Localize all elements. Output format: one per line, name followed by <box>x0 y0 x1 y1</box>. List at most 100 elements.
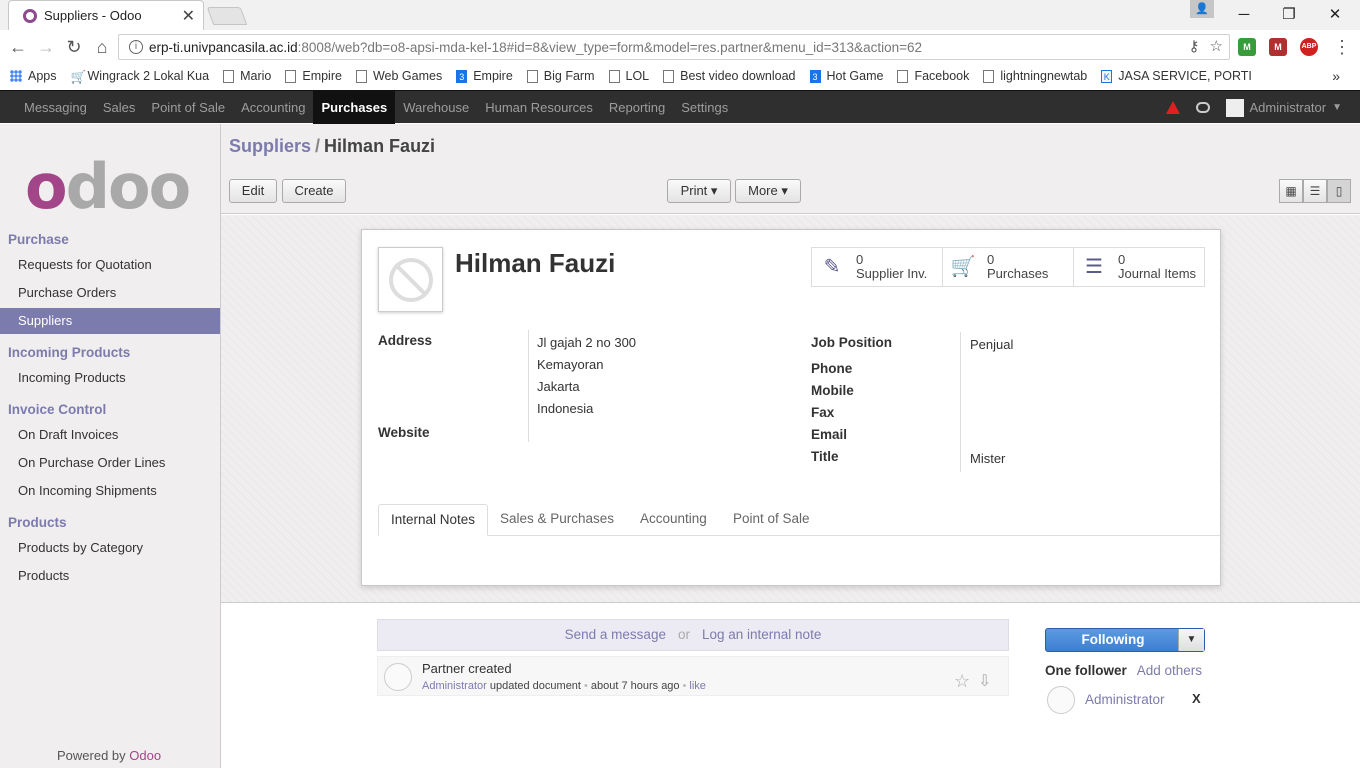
sidebar-item-suppliers[interactable]: Suppliers <box>0 308 220 334</box>
log-note-link[interactable]: Log an internal note <box>702 627 821 642</box>
add-followers-link[interactable]: Add others <box>1137 663 1202 678</box>
star-icon[interactable]: ☆ <box>954 671 970 692</box>
bookmark-item[interactable]: Facebook <box>897 69 969 83</box>
extension-icon-1[interactable]: M <box>1238 38 1256 56</box>
bookmark-item[interactable]: 3 Hot Game <box>809 69 883 83</box>
user-menu[interactable]: Administrator <box>1250 100 1327 115</box>
bookmark-item[interactable]: Empire <box>285 69 342 83</box>
more-bookmarks-icon[interactable]: » <box>1332 68 1340 84</box>
section-purchase: Purchase <box>8 232 69 247</box>
bookmark-item[interactable]: Web Games <box>355 69 442 83</box>
powered-by: Powered by Odoo <box>57 748 162 763</box>
close-icon[interactable]: ✕ <box>182 6 195 26</box>
user-profile-icon[interactable]: 👤 <box>1190 0 1214 18</box>
odoo-favicon-icon <box>23 8 37 23</box>
archive-icon[interactable]: ⇩ <box>978 671 991 691</box>
message-author[interactable]: Administrator <box>422 680 487 692</box>
warning-icon[interactable] <box>1165 101 1180 114</box>
info-icon[interactable]: i <box>129 40 143 54</box>
adblock-icon[interactable]: ABP <box>1300 38 1318 56</box>
edit-button[interactable]: Edit <box>229 179 277 203</box>
control-panel: Suppliers / Hilman Fauzi Edit Create Print… <box>221 124 1360 214</box>
partner-photo[interactable] <box>378 247 443 312</box>
bookmark-item[interactable]: Big Farm <box>526 69 595 83</box>
send-message-link[interactable]: Send a message <box>565 627 666 642</box>
back-arrow-icon[interactable]: ← <box>6 36 30 58</box>
bookmark-item[interactable]: K JASA SERVICE, PORTI <box>1101 69 1252 83</box>
browser-menu-icon[interactable]: ⋮ <box>1330 36 1354 58</box>
url-input[interactable]: i erp-ti.univpancasila.ac.id:8008/web?db… <box>118 34 1230 60</box>
more-dropdown[interactable]: More ▾ <box>735 179 801 203</box>
menu-purchases[interactable]: Purchases <box>313 90 396 124</box>
supplier-invoices-button[interactable]: ✎ 0 Supplier Inv. <box>812 248 943 286</box>
close-window-button[interactable]: ✕ <box>1320 4 1350 26</box>
tab-sales-purchases[interactable]: Sales & Purchases <box>488 504 626 536</box>
avatar[interactable] <box>384 663 412 691</box>
bookmark-item[interactable]: 3 Empire <box>456 69 513 83</box>
sidebar-item-products-by-category[interactable]: Products by Category <box>0 535 220 561</box>
sidebar-item-on-incoming-shipments[interactable]: On Incoming Shipments <box>0 478 220 504</box>
sidebar-item-incoming-products[interactable]: Incoming Products <box>0 365 220 391</box>
new-tab-button[interactable] <box>206 7 248 25</box>
odoo-link[interactable]: Odoo <box>129 748 161 763</box>
chevron-down-icon[interactable]: ▼ <box>1332 102 1342 113</box>
restore-button[interactable]: ❐ <box>1274 4 1304 26</box>
website-label: Website <box>378 425 430 440</box>
print-dropdown[interactable]: Print ▾ <box>667 179 731 203</box>
chatter-message: Partner created Administrator updated do… <box>377 656 1009 696</box>
sidebar-item-products[interactable]: Products <box>0 563 220 589</box>
menu-human-resources[interactable]: Human Resources <box>477 91 601 124</box>
browser-tab[interactable]: Suppliers - Odoo ✕ <box>8 0 204 30</box>
home-icon[interactable]: ⌂ <box>90 36 114 58</box>
form-sheet: Hilman Fauzi ✎ 0 Supplier Inv. 🛒 0 Purchas… <box>361 229 1221 586</box>
menu-point-of-sale[interactable]: Point of Sale <box>143 91 233 124</box>
sidebar-item-on-purchase-order-lines[interactable]: On Purchase Order Lines <box>0 450 220 476</box>
reload-icon[interactable]: ↻ <box>62 36 86 58</box>
tab-accounting[interactable]: Accounting <box>628 504 719 536</box>
odoo-logo[interactable]: odoo <box>25 150 195 223</box>
forward-arrow-icon[interactable]: → <box>34 36 58 58</box>
minimize-button[interactable]: ─ <box>1229 4 1259 26</box>
breadcrumb-suppliers[interactable]: Suppliers <box>229 136 311 156</box>
menu-warehouse[interactable]: Warehouse <box>395 91 477 124</box>
followers-summary: One follower Add others <box>1045 663 1203 678</box>
menu-settings[interactable]: Settings <box>673 91 736 124</box>
form-view-icon[interactable]: ▯ <box>1327 179 1351 203</box>
tab-point-of-sale[interactable]: Point of Sale <box>721 504 822 536</box>
bookmark-star-icon[interactable]: ☆ <box>1210 37 1223 55</box>
remove-follower-button[interactable]: X <box>1192 691 1201 706</box>
form-area: Hilman Fauzi ✎ 0 Supplier Inv. 🛒 0 Purchas… <box>221 215 1360 603</box>
bookmark-item[interactable]: lightningnewtab <box>983 69 1087 83</box>
extension-icon-2[interactable]: M <box>1269 38 1287 56</box>
menu-accounting[interactable]: Accounting <box>233 91 313 124</box>
phone-label: Phone <box>811 361 853 376</box>
purchases-button[interactable]: 🛒 0 Purchases <box>943 248 1074 286</box>
bookmark-apps[interactable]: Apps <box>10 69 57 83</box>
menu-reporting[interactable]: Reporting <box>601 91 673 124</box>
avatar[interactable] <box>1225 98 1244 117</box>
address-line: Indonesia <box>537 401 594 416</box>
tab-internal-notes[interactable]: Internal Notes <box>378 504 489 536</box>
follower-name[interactable]: Administrator <box>1085 692 1165 707</box>
bookmark-item[interactable]: LOL <box>608 69 649 83</box>
menu-messaging[interactable]: Messaging <box>16 91 95 124</box>
bookmark-item[interactable]: Mario <box>223 69 271 83</box>
section-invoice-control: Invoice Control <box>8 402 107 417</box>
bookmark-item[interactable]: Best video download <box>663 69 796 83</box>
create-button[interactable]: Create <box>282 179 346 203</box>
site-icon: K <box>1101 69 1113 83</box>
journal-items-button[interactable]: ☰ 0 Journal Items <box>1074 248 1204 286</box>
list-view-icon[interactable]: ☰ <box>1303 179 1327 203</box>
sidebar-item-on-draft-invoices[interactable]: On Draft Invoices <box>0 422 220 448</box>
like-link[interactable]: like <box>689 680 706 692</box>
chat-icon[interactable] <box>1195 102 1210 113</box>
bookmark-item[interactable]: 🛒 Wingrack 2 Lokal Kua <box>70 69 209 84</box>
chevron-down-icon[interactable]: ▼ <box>1178 629 1204 651</box>
sidebar-item-purchase-orders[interactable]: Purchase Orders <box>0 280 220 306</box>
following-button[interactable]: Following ▼ <box>1045 628 1205 652</box>
sidebar-item-requests-for-quotation[interactable]: Requests for Quotation <box>0 252 220 278</box>
key-icon[interactable]: ⚷ <box>1189 37 1200 55</box>
bookmarks-bar: Apps 🛒 Wingrack 2 Lokal Kua Mario Empire … <box>0 64 1360 88</box>
menu-sales[interactable]: Sales <box>95 91 144 124</box>
kanban-view-icon[interactable]: ▦ <box>1279 179 1303 203</box>
